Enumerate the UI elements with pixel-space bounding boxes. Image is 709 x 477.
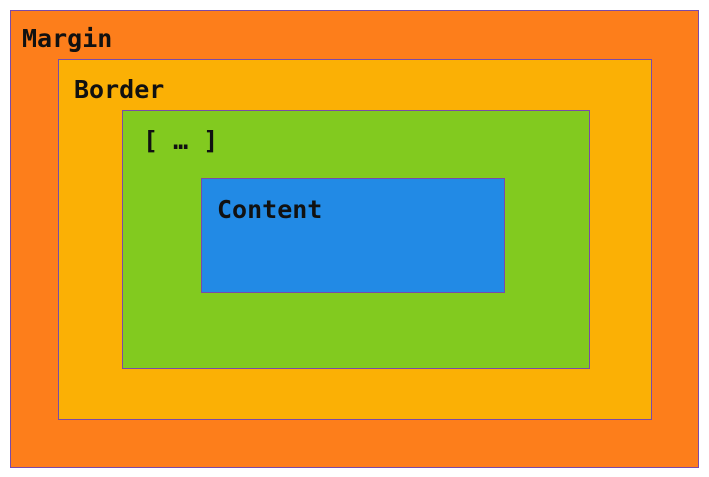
- border-label: Border: [74, 75, 165, 104]
- ellipsis-label: [ … ]: [143, 126, 219, 155]
- content-label: Content: [217, 195, 323, 224]
- margin-label: Margin: [22, 24, 113, 53]
